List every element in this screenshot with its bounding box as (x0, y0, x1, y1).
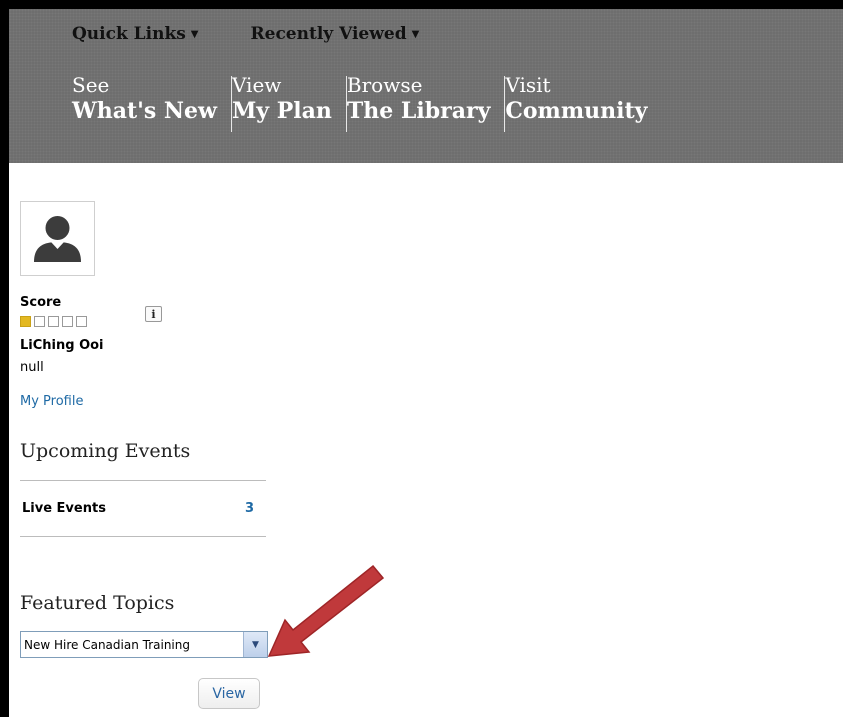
nav-library[interactable]: Browse The Library (347, 73, 504, 125)
view-button[interactable]: View (198, 678, 260, 709)
quick-links-menu[interactable]: Quick Links ▼ (72, 24, 199, 44)
nav-bottom-label: Community (505, 98, 648, 124)
nav-bottom-label: The Library (346, 98, 491, 124)
nav-community[interactable]: Visit Community (505, 73, 661, 125)
info-icon[interactable]: i (145, 306, 162, 322)
frame-border-left (0, 0, 9, 717)
featured-topics-heading: Featured Topics (20, 592, 175, 614)
score-meter (20, 316, 87, 327)
nav-my-plan[interactable]: View My Plan (232, 73, 346, 125)
nav-top-label: Browse (346, 73, 423, 97)
live-events-row: Live Events 3 (22, 501, 254, 516)
score-label: Score (20, 295, 62, 310)
user-name: LiChing Ooi (20, 338, 104, 353)
user-silhouette-icon (34, 216, 81, 262)
upcoming-events-heading: Upcoming Events (20, 440, 191, 462)
frame-border-top (0, 0, 843, 9)
user-subtitle: null (20, 360, 44, 375)
score-box (62, 316, 73, 327)
nav-top-label: View (231, 73, 282, 97)
nav-bottom-label: My Plan (231, 98, 332, 124)
live-events-count[interactable]: 3 (245, 501, 254, 516)
nav-bottom-label: What's New (72, 98, 217, 124)
caret-down-icon: ▼ (190, 29, 199, 40)
annotation-arrow-icon (267, 564, 385, 657)
my-profile-link[interactable]: My Profile (20, 394, 83, 409)
header-bar: Quick Links ▼ Recently Viewed ▼ See What's… (9, 9, 843, 163)
divider (20, 536, 266, 537)
featured-topic-value: New Hire Canadian Training (24, 637, 190, 652)
score-box (76, 316, 87, 327)
recently-viewed-label: Recently Viewed (250, 24, 407, 44)
nav-top-label: See (72, 73, 110, 97)
nav-top-label: Visit (505, 73, 551, 97)
recently-viewed-menu[interactable]: Recently Viewed ▼ (251, 24, 420, 44)
score-box (20, 316, 31, 327)
quick-menu: Quick Links ▼ Recently Viewed ▼ (72, 24, 419, 44)
main-nav: See What's New View My Plan Browse The L… (72, 73, 661, 132)
score-box (34, 316, 45, 327)
avatar[interactable] (20, 201, 95, 276)
quick-links-label: Quick Links (72, 24, 186, 44)
divider (20, 480, 266, 481)
score-box (48, 316, 59, 327)
featured-topic-select[interactable]: New Hire Canadian Training ▼ (20, 631, 268, 658)
nav-whats-new[interactable]: See What's New (72, 73, 231, 125)
live-events-label: Live Events (22, 501, 106, 516)
caret-down-icon: ▼ (411, 29, 420, 40)
